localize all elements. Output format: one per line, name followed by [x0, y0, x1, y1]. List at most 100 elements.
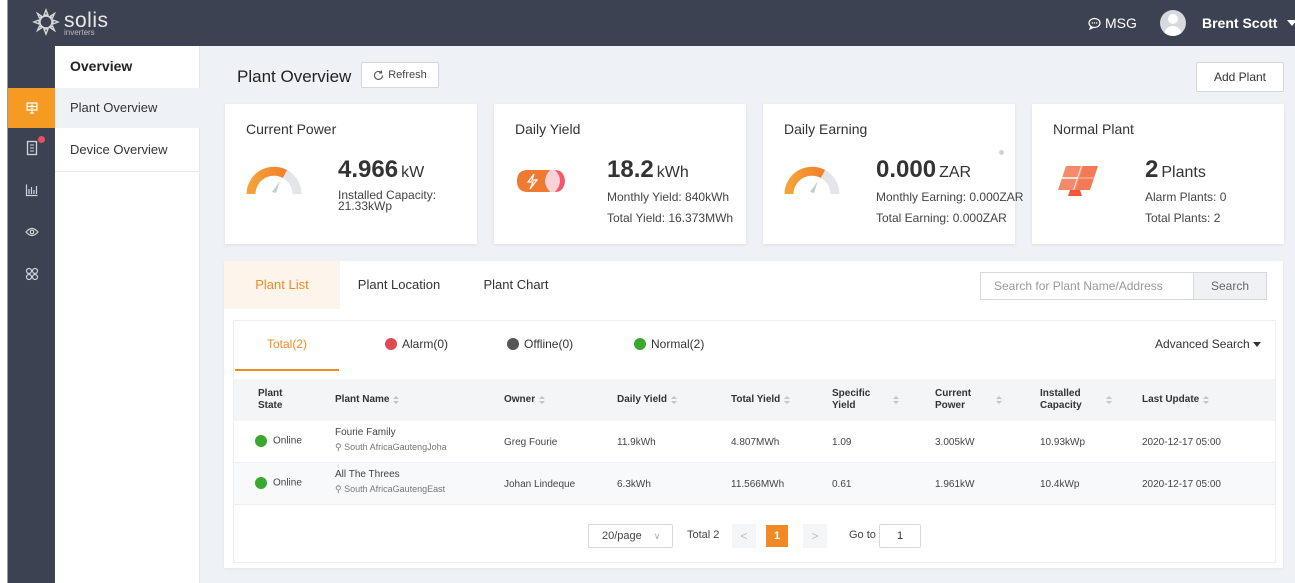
table-row[interactable]: Online Fourie Family ⚲ South AfricaGaute… [234, 421, 1275, 463]
prev-page-icon[interactable]: < [732, 524, 756, 548]
bar-chart-icon [25, 184, 37, 197]
filter-offline-label: Offline(0) [524, 337, 574, 351]
refresh-label: Refresh [388, 69, 427, 81]
subnav-item-plant-overview[interactable]: Plant Overview [55, 88, 200, 128]
col-installed-capacity-label: Installed Capacity [1040, 388, 1082, 411]
daily-yield: 11.9kWh [617, 437, 656, 448]
installed-capacity: 10.93kWp [1040, 437, 1086, 448]
daily-yield: 6.3kWh [617, 479, 651, 490]
sort-icon[interactable] [784, 396, 791, 404]
daily-yield-card: Daily Yield 18.2 kWh Monthly Yield: 840kW… [494, 104, 746, 244]
next-page-icon[interactable]: > [803, 524, 827, 548]
tab-plant-chart[interactable]: Plant Chart [458, 261, 574, 309]
plant-search-input[interactable] [980, 272, 1193, 300]
inverter-device-icon [26, 140, 37, 156]
user-menu-caret-icon[interactable] [1287, 20, 1295, 26]
refresh-button[interactable]: Refresh [361, 62, 439, 88]
search-button[interactable]: Search [1193, 272, 1267, 300]
add-plant-button[interactable]: Add Plant [1196, 62, 1284, 92]
iconbar-overview[interactable] [8, 88, 55, 128]
sort-icon[interactable] [996, 396, 1002, 404]
tab-plant-list[interactable]: Plant List [224, 261, 340, 309]
current-power-value-row: 4.966 kW [338, 156, 424, 184]
col-daily-yield[interactable]: Daily Yield [617, 394, 678, 406]
filter-offline[interactable]: Offline(0) [507, 337, 573, 351]
col-specific-yield[interactable]: Specific Yield [832, 388, 899, 412]
solar-panel-icon [1058, 165, 1098, 196]
chevron-down-icon: ∨ [653, 530, 661, 541]
subnav-item-device-overview[interactable]: Device Overview [55, 130, 200, 170]
battery-bolt-icon [517, 170, 565, 192]
sort-icon[interactable] [893, 396, 899, 404]
page-size-select[interactable]: 20/page ∨ [588, 524, 673, 548]
col-owner[interactable]: Owner [504, 394, 546, 406]
col-current-power[interactable]: Current Power [935, 388, 1002, 412]
iconbar-monitor[interactable] [8, 212, 55, 252]
iconbar-services[interactable] [8, 254, 55, 294]
msg-button[interactable]: MSG [1088, 15, 1137, 31]
plant-name[interactable]: Fourie Family [335, 427, 447, 438]
daily-earning-value: 0.000 [876, 156, 937, 183]
daily-earning-unit: ZAR [939, 164, 972, 181]
sort-icon[interactable] [539, 396, 546, 404]
col-owner-label: Owner [504, 394, 536, 405]
sort-icon[interactable] [393, 396, 400, 404]
active-filter-underline [235, 369, 339, 371]
total-plants: Total Plants: 2 [1145, 211, 1221, 225]
solis-logo[interactable]: solis inverters [30, 8, 109, 38]
daily-yield-value: 18.2 [607, 156, 654, 183]
offline-status-dot [507, 338, 519, 350]
iconbar-analytics[interactable] [8, 170, 55, 210]
plant-tabs: Plant List Plant Location Plant Chart Se… [224, 261, 1283, 309]
current-page[interactable]: 1 [766, 525, 788, 547]
filter-total[interactable]: Total(2) [267, 337, 307, 351]
window-frame-edge [0, 0, 8, 583]
current-power: 1.961kW [935, 479, 975, 490]
plant-address: ⚲ South AfricaGautengEast ... [335, 484, 447, 495]
last-update: 2020-12-17 05:00 [1142, 437, 1221, 448]
gauge-icon [246, 166, 302, 195]
iconbar-device[interactable] [8, 128, 55, 168]
col-total-yield[interactable]: Total Yield [731, 394, 791, 406]
col-plant-name[interactable]: Plant Name [335, 394, 400, 406]
filter-alarm[interactable]: Alarm(0) [385, 337, 448, 351]
total-yield: 4.807MWh [731, 437, 780, 448]
sort-icon[interactable] [1106, 396, 1112, 404]
subnav-title: Overview [70, 58, 133, 74]
card-title: Current Power [246, 121, 337, 137]
table-row[interactable]: Online All The Threes ⚲ South AfricaGaut… [234, 463, 1275, 505]
sun-logo-icon [32, 8, 60, 36]
page-size-label: 20/page [602, 530, 642, 542]
tab-plant-location[interactable]: Plant Location [340, 261, 458, 309]
advanced-search-toggle[interactable]: Advanced Search [1155, 337, 1261, 351]
col-plant-state-label: Plant State [258, 388, 283, 411]
plant-name-cell[interactable]: Fourie Family ⚲ South AfricaGautengJoha.… [335, 427, 447, 453]
plant-name[interactable]: All The Threes [335, 469, 447, 480]
user-avatar[interactable] [1160, 10, 1186, 36]
plant-address-text: South AfricaGautengJoha... [344, 442, 447, 452]
current-power-value: 4.966 [338, 156, 399, 183]
plant-name-cell[interactable]: All The Threes ⚲ South AfricaGautengEast… [335, 469, 447, 495]
plant-state: Online [255, 477, 302, 489]
col-plant-state: Plant State [258, 388, 298, 412]
filter-normal[interactable]: Normal(2) [634, 337, 704, 351]
plant-state-label: Online [273, 477, 302, 489]
user-name[interactable]: Brent Scott [1202, 15, 1277, 31]
sort-icon[interactable] [671, 396, 678, 404]
col-installed-capacity[interactable]: Installed Capacity [1040, 388, 1112, 412]
sort-icon[interactable] [1203, 396, 1210, 404]
card-title: Daily Earning [784, 121, 868, 137]
monthly-earning: Monthly Earning: 0.000ZAR [876, 190, 1024, 204]
daily-yield-unit: kWh [656, 164, 689, 181]
plant-state: Online [255, 435, 302, 447]
col-total-yield-label: Total Yield [731, 394, 781, 405]
col-last-update-label: Last Update [1142, 394, 1200, 405]
normal-plant-card: Normal Plant 2 Plants Alarm Plants: 0 Tot… [1032, 104, 1284, 244]
alarm-status-dot [385, 338, 397, 350]
owner: Greg Fourie [504, 437, 558, 448]
advanced-search-label: Advanced Search [1155, 337, 1250, 351]
total-yield: Total Yield: 16.373MWh [607, 211, 734, 225]
goto-page-input[interactable] [879, 524, 921, 548]
col-last-update[interactable]: Last Update [1142, 394, 1210, 406]
daily-earning-value-row: 0.000 ZAR [876, 156, 971, 184]
